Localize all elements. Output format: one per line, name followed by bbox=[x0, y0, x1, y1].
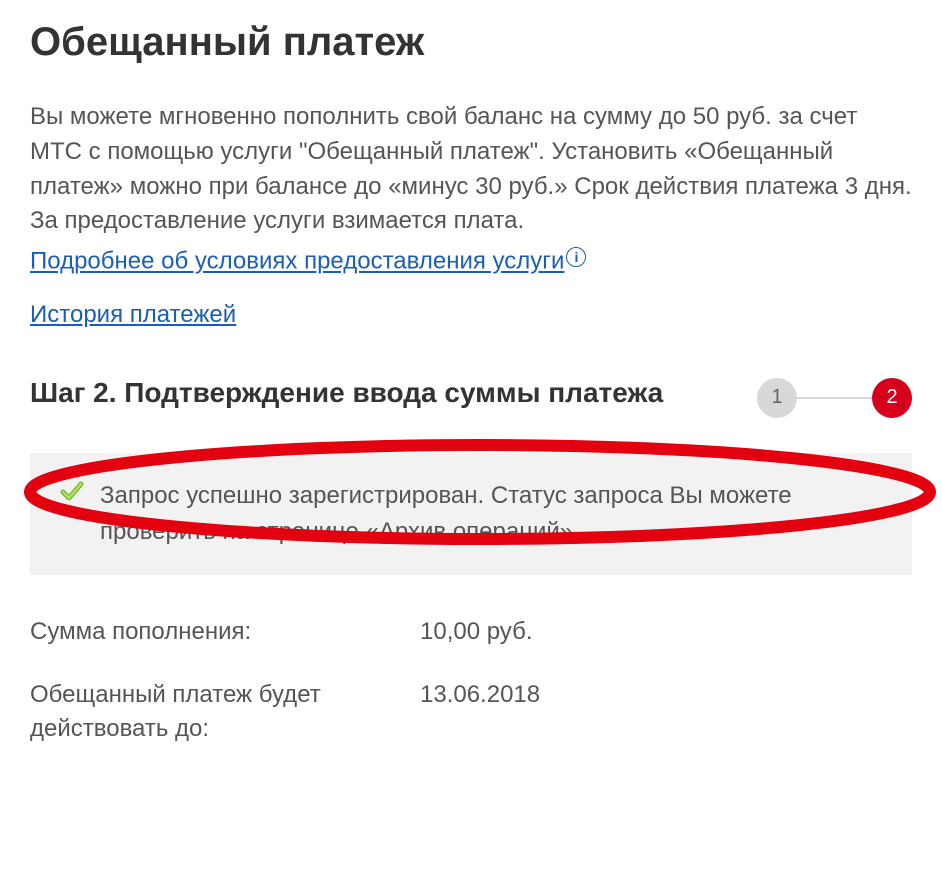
info-icon[interactable]: i bbox=[566, 247, 586, 267]
page-title: Обещанный платеж bbox=[30, 20, 912, 65]
step-header-row: Шаг 2. Подтверждение ввода суммы платежа… bbox=[30, 374, 912, 418]
intro-paragraph: Вы можете мгновенно пополнить свой балан… bbox=[30, 100, 912, 239]
amount-row: Сумма пополнения: 10,00 руб. bbox=[30, 615, 912, 649]
step-connector bbox=[797, 397, 872, 399]
archive-operations-link[interactable]: Архив операций bbox=[379, 518, 560, 545]
step-title: Шаг 2. Подтверждение ввода суммы платежа bbox=[30, 374, 757, 412]
check-icon bbox=[60, 479, 84, 503]
success-message-box: Запрос успешно зарегистрирован. Статус з… bbox=[30, 453, 912, 575]
expires-label: Обещанный платеж будет действовать до: bbox=[30, 678, 420, 745]
expires-row: Обещанный платеж будет действовать до: 1… bbox=[30, 678, 912, 745]
progress-stepper: 1 2 bbox=[757, 374, 912, 418]
step-indicator-1: 1 bbox=[757, 378, 797, 418]
amount-value: 10,00 руб. bbox=[420, 615, 912, 649]
more-conditions-link[interactable]: Подробнее об условиях предоставления усл… bbox=[30, 248, 564, 275]
amount-label: Сумма пополнения: bbox=[30, 615, 420, 649]
expires-value: 13.06.2018 bbox=[420, 678, 912, 745]
success-message-container: Запрос успешно зарегистрирован. Статус з… bbox=[30, 453, 912, 575]
success-text-2: ». bbox=[560, 518, 580, 545]
step-indicator-2: 2 bbox=[872, 378, 912, 418]
payment-history-link[interactable]: История платежей bbox=[30, 301, 236, 328]
